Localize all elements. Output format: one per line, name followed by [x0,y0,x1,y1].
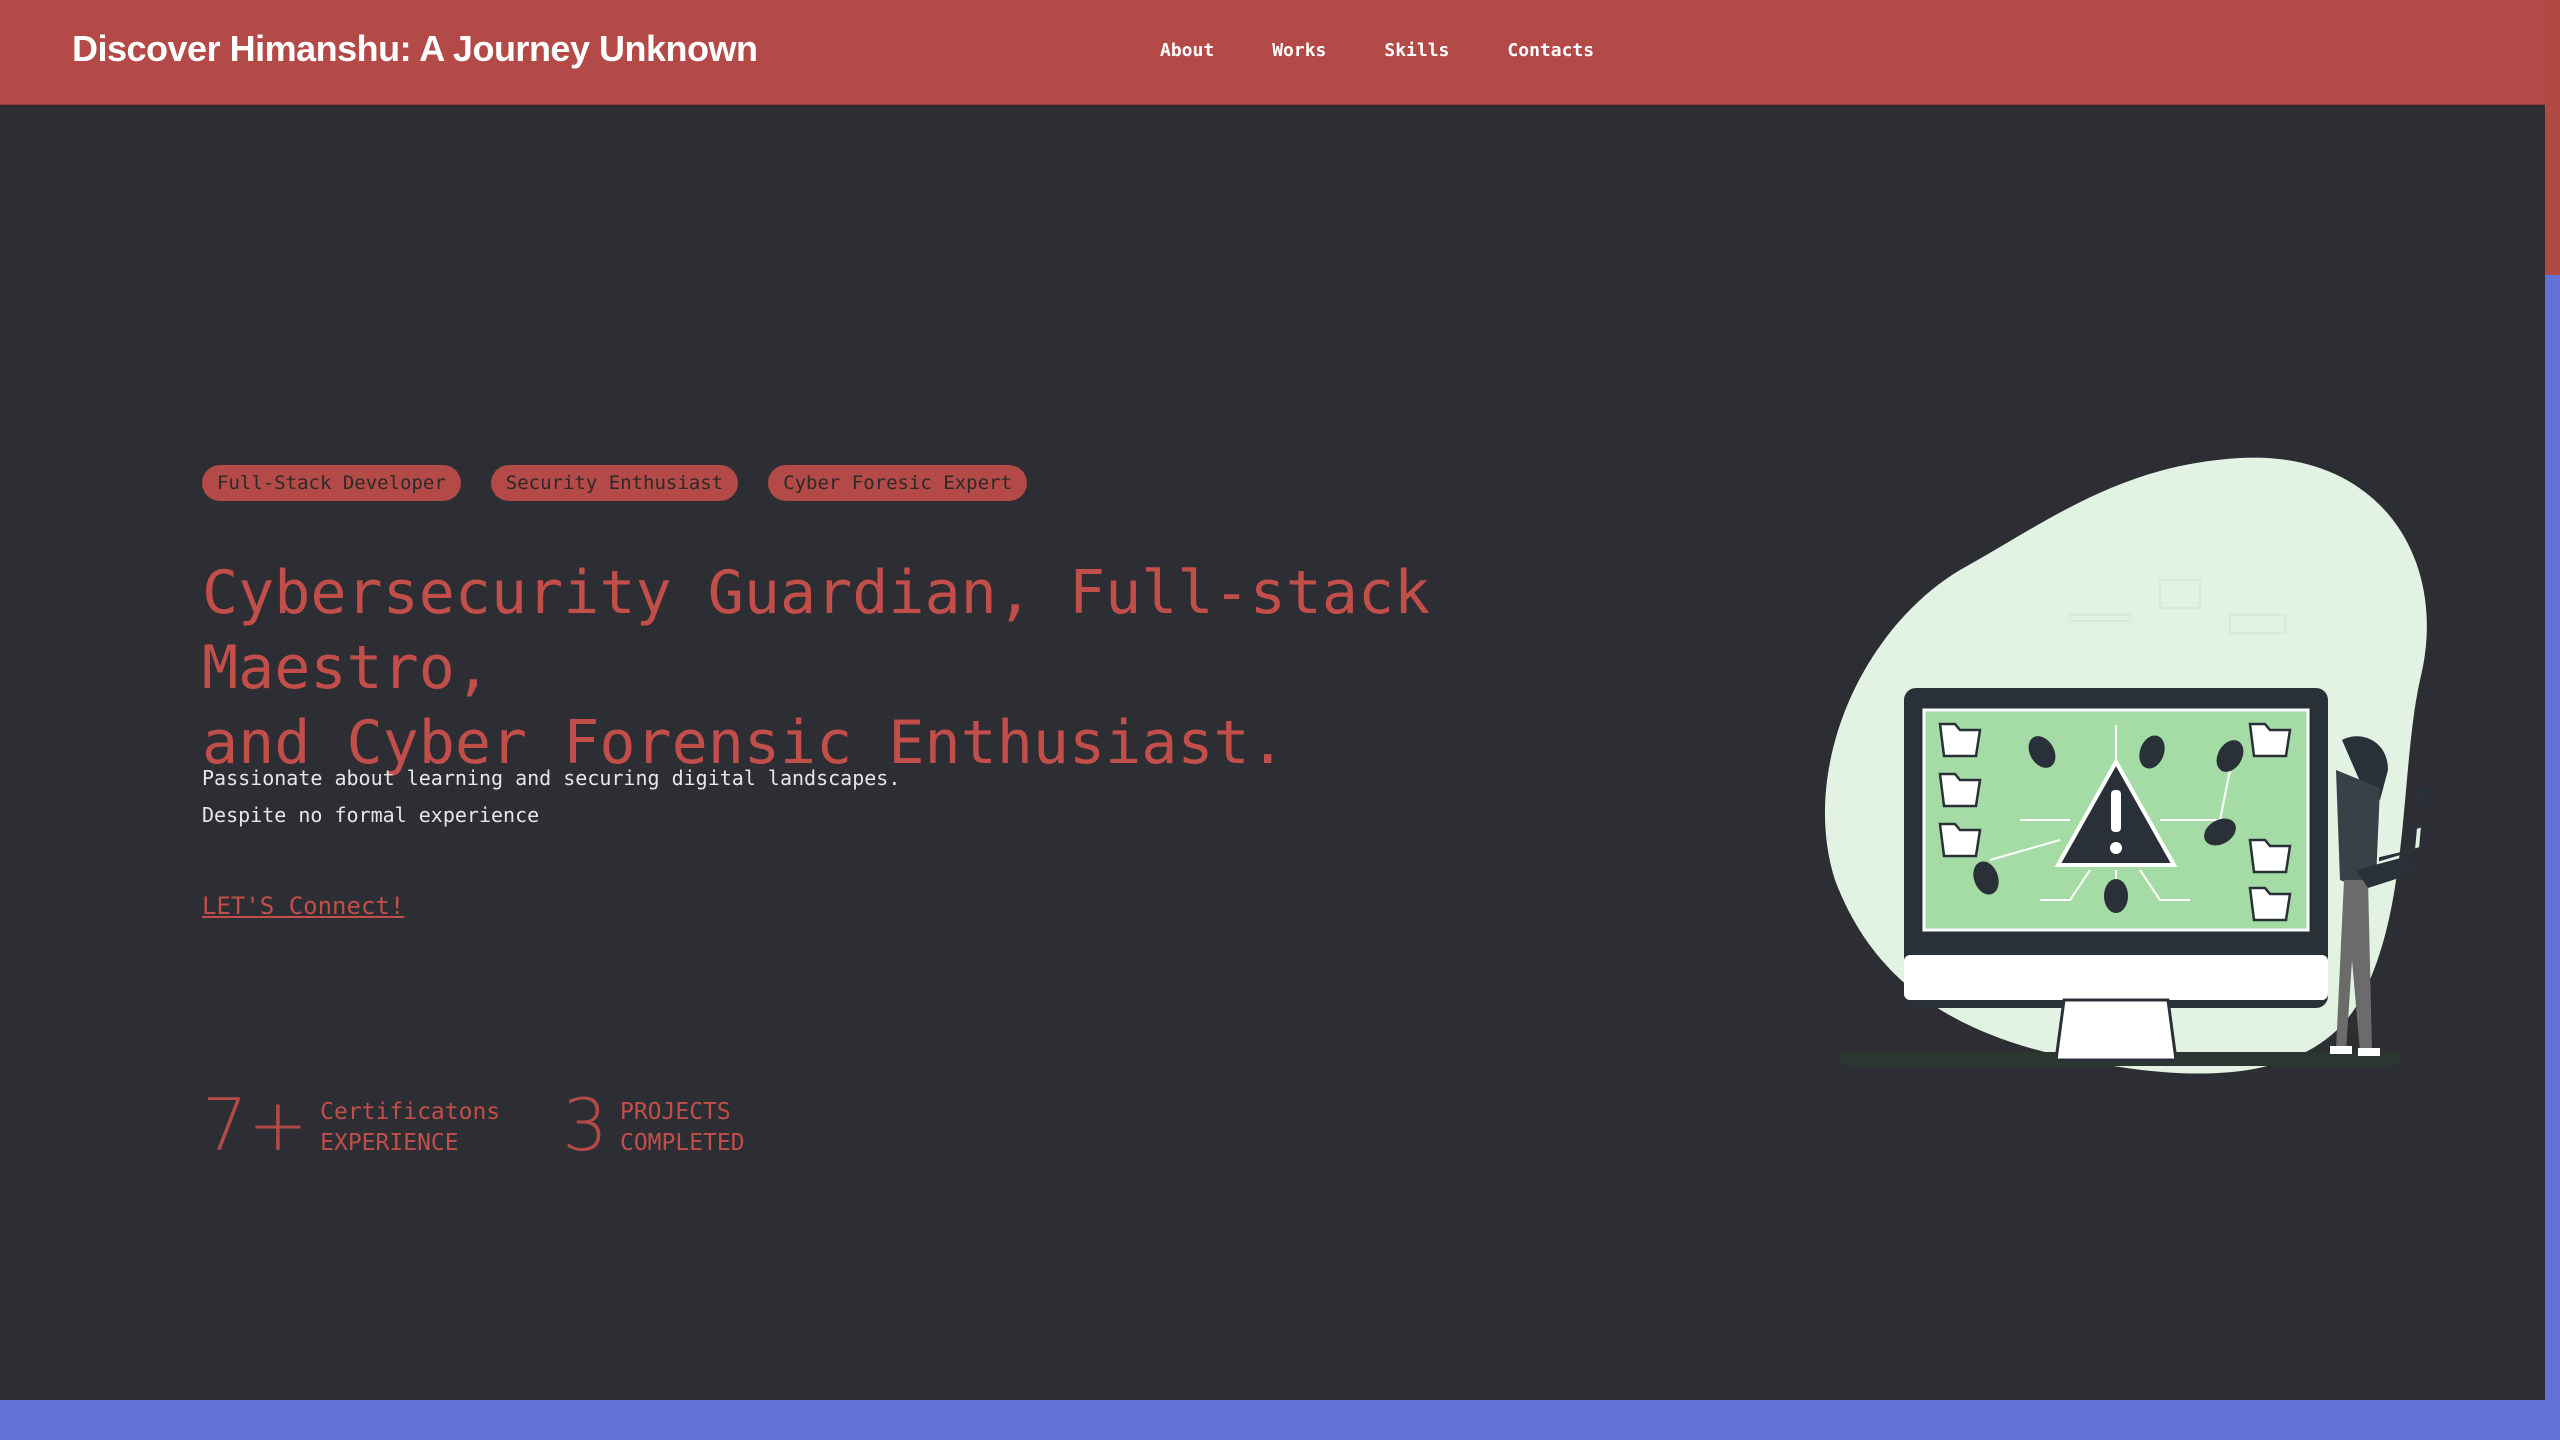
stat-label: Certificatons EXPERIENCE [320,1097,500,1159]
page: Discover Himanshu: A Journey Unknown Abo… [0,0,2545,1400]
scrollbar-thumb[interactable] [2545,0,2560,275]
stat-certifications: 7+ Certificatons EXPERIENCE [202,1085,500,1165]
monitor-stand [2054,998,2178,1062]
description-line-2: Despite no formal experience [202,803,540,827]
stat-label-line-2: EXPERIENCE [320,1130,459,1156]
hacker-illustration [1824,457,2434,1074]
nav-skills[interactable]: Skills [1384,40,1449,61]
monitor-chin [1904,955,2328,1000]
tag-forensic: Cyber Foresic Expert [768,465,1027,501]
nav-works[interactable]: Works [1272,40,1326,61]
stat-label: PROJECTS COMPLETED [620,1097,745,1159]
stat-label-line-1: Certificatons [320,1099,501,1125]
cursor-icon [2410,788,2434,810]
role-tags: Full-Stack Developer Security Enthusiast… [202,465,1057,501]
stat-number: 7+ [202,1083,309,1167]
connect-link[interactable]: LET'S Connect! [202,892,404,920]
tag-security: Security Enthusiast [490,465,739,501]
navbar: Discover Himanshu: A Journey Unknown Abo… [0,0,2545,105]
stats: 7+ Certificatons EXPERIENCE 3 PROJECTS C… [202,1085,807,1165]
brand-title[interactable]: Discover Himanshu: A Journey Unknown [72,28,758,70]
stat-label-line-2: COMPLETED [619,1130,745,1156]
stat-label-line-1: PROJECTS [619,1099,731,1125]
headline-line-1: Cybersecurity Guardian, Full-stack Maest… [202,558,1431,703]
stat-projects: 3 PROJECTS COMPLETED [562,1085,744,1165]
hero-headline: Cybersecurity Guardian, Full-stack Maest… [202,556,1722,781]
main-nav: About Works Skills Contacts [1160,40,1652,61]
stat-number: 3 [562,1083,608,1167]
description-line-1: Passionate about learning and securing d… [202,766,901,790]
tag-fullstack: Full-Stack Developer [202,465,461,501]
hero-description: Passionate about learning and securing d… [202,760,900,834]
nav-about[interactable]: About [1160,40,1214,61]
nav-contacts[interactable]: Contacts [1507,40,1594,61]
